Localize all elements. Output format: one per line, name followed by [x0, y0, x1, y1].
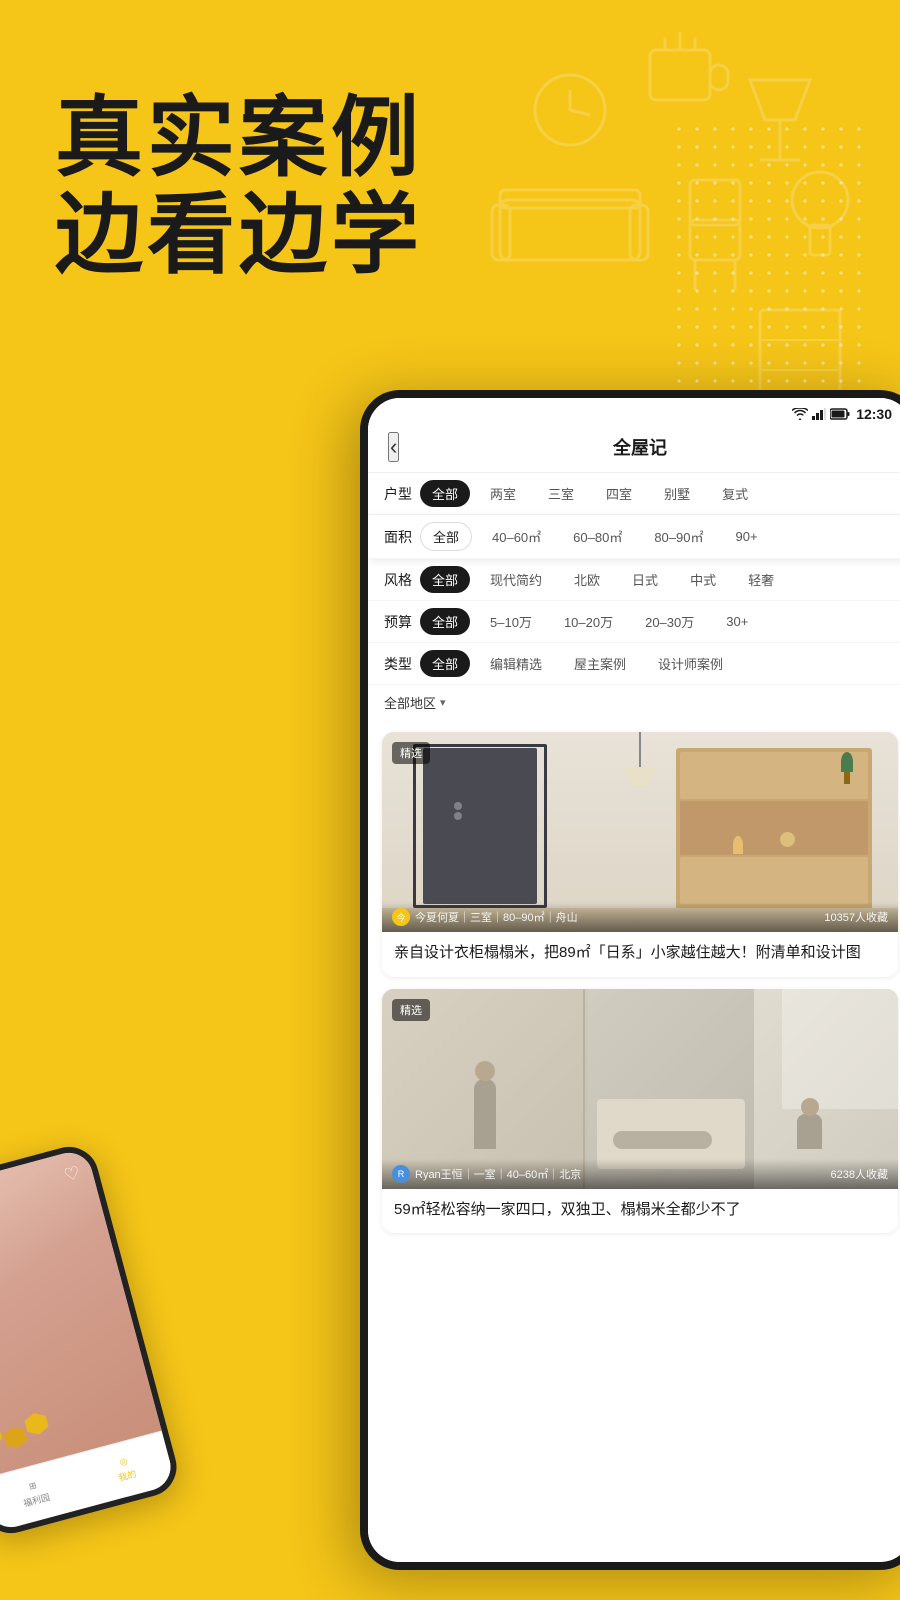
card-1-author-info: 今 今夏何夏｜三室｜80–90㎡｜舟山 — [392, 908, 578, 926]
filter-chip-budget-10-20[interactable]: 10–20万 — [552, 608, 625, 635]
status-bar: 12:30 — [368, 398, 900, 426]
filter-chip-hutype-2room[interactable]: 两室 — [478, 480, 528, 507]
filter-chip-budget-30plus[interactable]: 30+ — [714, 610, 760, 633]
heart-icon: ♡ — [62, 1162, 83, 1186]
filter-chip-style-japanese[interactable]: 日式 — [620, 566, 670, 593]
filter-chip-style-modern[interactable]: 现代简约 — [478, 566, 554, 593]
filter-label-budget: 预算 — [384, 612, 412, 632]
battery-icon — [830, 408, 850, 420]
filter-chip-area-40-60[interactable]: 40–60㎡ — [480, 523, 553, 550]
filter-label-type: 类型 — [384, 654, 412, 674]
tablet-mockup: 12:30 ‹ 全屋记 户型 全部 两室 三室 四室 别墅 复式 — [360, 390, 900, 1570]
card-2-badge: 精选 — [392, 999, 430, 1021]
card-1-title: 亲自设计衣柜榻榻米，把89㎡「日系」小家越住越大！附清单和设计图 — [382, 932, 898, 977]
filter-label-area: 面积 — [384, 527, 412, 547]
nav-header: ‹ 全屋记 — [368, 426, 900, 473]
card-2-image: 精选 R Ryan王恒｜一室｜40–60㎡｜北京 6238人收藏 — [382, 989, 898, 1189]
card-2-author-info: R Ryan王恒｜一室｜40–60㎡｜北京 — [392, 1165, 581, 1183]
card-2-title: 59㎡轻松容纳一家四口，双独卫、榻榻米全都少不了 — [382, 1189, 898, 1234]
filter-chip-budget-20-30[interactable]: 20–30万 — [633, 608, 706, 635]
card-1-meta: 今夏何夏｜三室｜80–90㎡｜舟山 — [415, 909, 578, 925]
filter-chip-hutype-villa[interactable]: 别墅 — [652, 480, 702, 507]
filter-chip-style-nordic[interactable]: 北欧 — [562, 566, 612, 593]
filter-chip-hutype-all[interactable]: 全部 — [420, 480, 470, 507]
hero-line2: 边看边学 — [55, 185, 423, 284]
filter-chip-hutype-duplex[interactable]: 复式 — [710, 480, 760, 507]
status-time: 12:30 — [856, 406, 892, 422]
filter-chip-budget-5-10[interactable]: 5–10万 — [478, 608, 544, 635]
card-2-footer: R Ryan王恒｜一室｜40–60㎡｜北京 6238人收藏 — [382, 1159, 898, 1189]
phone-nav-item-welfare[interactable]: ⊞ 福利园 — [18, 1478, 51, 1510]
filter-row-budget: 预算 全部 5–10万 10–20万 20–30万 30+ — [368, 601, 900, 643]
card-1-image: 精选 今 今夏何夏｜三室｜80–90㎡｜舟山 10357人收藏 — [382, 732, 898, 932]
filter-chip-area-all[interactable]: 全部 — [420, 522, 472, 551]
card-2-author-avatar: R — [392, 1165, 410, 1183]
filter-row-type: 类型 全部 编辑精选 屋主案例 设计师案例 — [368, 643, 900, 685]
filter-chip-type-owner[interactable]: 屋主案例 — [562, 650, 638, 677]
back-button[interactable]: ‹ — [388, 432, 399, 462]
content-area: 精选 今 今夏何夏｜三室｜80–90㎡｜舟山 10357人收藏 — [368, 720, 900, 1562]
card-1[interactable]: 精选 今 今夏何夏｜三室｜80–90㎡｜舟山 10357人收藏 — [382, 732, 898, 977]
signal-icon — [812, 408, 826, 420]
filter-chip-area-90plus[interactable]: 90+ — [723, 525, 769, 548]
filter-label-hutype: 户型 — [384, 484, 412, 504]
wifi-icon — [792, 408, 808, 420]
hero-line1: 真实案例 — [55, 88, 423, 187]
card-2-saves: 6238人收藏 — [831, 1166, 888, 1182]
filter-row-style: 风格 全部 现代简约 北欧 日式 中式 轻奢 — [368, 559, 900, 601]
filter-chip-hutype-4room[interactable]: 四室 — [594, 480, 644, 507]
dot-pattern-decoration — [670, 120, 870, 400]
filter-chip-type-editor[interactable]: 编辑精选 — [478, 650, 554, 677]
filter-chip-type-designer[interactable]: 设计师案例 — [646, 650, 735, 677]
region-selector[interactable]: 全部地区 ▾ — [368, 685, 900, 720]
filter-section: 户型 全部 两室 三室 四室 别墅 复式 面积 全部 40–60㎡ 60–80㎡… — [368, 473, 900, 720]
region-text: 全部地区 — [384, 693, 436, 712]
phone-nav-item-mine[interactable]: ◎ 我的 — [114, 1454, 138, 1484]
card-1-author-avatar: 今 — [392, 908, 410, 926]
card-1-badge: 精选 — [392, 742, 430, 764]
filter-label-style: 风格 — [384, 570, 412, 590]
filter-row-area: 面积 全部 40–60㎡ 60–80㎡ 80–90㎡ 90+ — [368, 515, 900, 559]
region-arrow-icon: ▾ — [440, 696, 446, 709]
filter-row-hutype: 户型 全部 两室 三室 四室 别墅 复式 — [368, 473, 900, 515]
card-1-footer: 今 今夏何夏｜三室｜80–90㎡｜舟山 10357人收藏 — [382, 902, 898, 932]
filter-chip-budget-all[interactable]: 全部 — [420, 608, 470, 635]
honeycomb-decoration — [0, 1410, 52, 1457]
filter-chip-area-60-80[interactable]: 60–80㎡ — [561, 523, 634, 550]
filter-chip-area-80-90[interactable]: 80–90㎡ — [642, 523, 715, 550]
card-1-saves: 10357人收藏 — [824, 909, 888, 925]
card-2[interactable]: 精选 R Ryan王恒｜一室｜40–60㎡｜北京 6238人收藏 — [382, 989, 898, 1234]
nav-title: 全屋记 — [613, 434, 667, 460]
filter-chip-hutype-3room[interactable]: 三室 — [536, 480, 586, 507]
filter-chip-style-chinese[interactable]: 中式 — [678, 566, 728, 593]
filter-chip-style-light-luxury[interactable]: 轻奢 — [736, 566, 786, 593]
status-icons — [792, 408, 850, 420]
filter-chip-type-all[interactable]: 全部 — [420, 650, 470, 677]
filter-chip-style-all[interactable]: 全部 — [420, 566, 470, 593]
card-2-meta: Ryan王恒｜一室｜40–60㎡｜北京 — [415, 1166, 581, 1182]
hero-text-block: 真实案例 边看边学 — [55, 90, 423, 284]
